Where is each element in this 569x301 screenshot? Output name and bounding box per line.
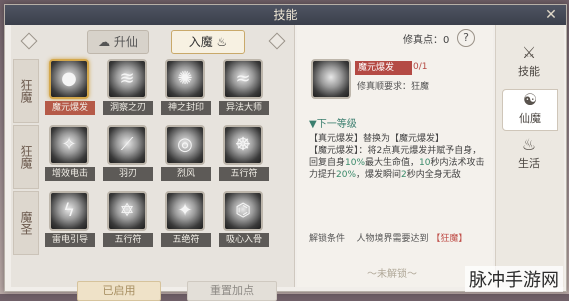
skill-name: 增效电击 — [45, 167, 95, 181]
unlock-value: 【狂魔】 — [431, 234, 468, 244]
skill-slot-demon-burst[interactable]: ● 魔元爆发 — [41, 59, 97, 121]
diamond-ornament-icon — [20, 32, 38, 50]
tab-ascend-label: 升仙 — [113, 35, 138, 49]
skill-description: 【真元爆发】替换为【魔元爆发】 【魔元爆发】：将2点真元爆发并赋予自身， 回复自… — [309, 133, 485, 181]
skill-name: 异法大师 — [219, 101, 269, 115]
skills-icon: ⚔ — [521, 43, 537, 62]
tab-demon-label: 入魔 — [188, 35, 213, 49]
five-element-charm-skill-icon: ☸ — [223, 125, 263, 165]
skill-slot-thunder-guide[interactable]: ϟ 雷电引导 — [41, 191, 97, 253]
window-titlebar: 技能 ✕ — [5, 5, 566, 25]
divine-seal-skill-icon: ✺ — [165, 59, 205, 99]
skill-slot-fierce-wind[interactable]: ◎ 烈风 — [157, 125, 213, 187]
desc-line: 【魔元爆发】：将2点真元爆发并赋予自身， — [309, 146, 482, 156]
feather-blade-skill-icon: ⟋ — [107, 125, 147, 165]
side-tab-label: 技能 — [518, 65, 540, 78]
tab-ascend[interactable]: ☁ 升仙 — [87, 30, 149, 54]
skill-name: 烈风 — [161, 167, 211, 181]
desc-line: 力提升20%，爆发瞬间2秒内全身无敌 — [309, 170, 461, 180]
enabled-button[interactable]: 已启用 — [77, 281, 161, 301]
skill-row-tier-1: ● 魔元爆发 ≋ 洞察之刃 ✺ 神之封印 ≈ 异法大师 — [41, 59, 291, 125]
row-label-tier-1: 狂魔 — [13, 59, 39, 123]
side-tab-immortal-demon[interactable]: ☯ 仙魔 — [502, 89, 558, 131]
selected-skill-icon — [311, 59, 351, 99]
unlock-label: 解锁条件 — [309, 234, 346, 244]
skill-name: 五行符 — [103, 233, 153, 247]
skill-tree-panel: ☁ 升仙 入魔 ♨ 狂魔 ● 魔元爆发 ≋ 洞察之刃 ✺ 神之封印 ≈ 异法大师… — [11, 25, 295, 301]
cloud-icon: ☁ — [98, 35, 111, 49]
side-tab-label: 生活 — [518, 157, 540, 170]
unlock-status: ～未解锁～ — [367, 269, 417, 280]
skill-name: 五绝符 — [161, 233, 211, 247]
tab-demon[interactable]: 入魔 ♨ — [171, 30, 245, 54]
skill-name: 魔元爆发 — [45, 101, 95, 115]
desc-line: 回复自身10%最大生命值，10秒内法术攻击 — [309, 158, 485, 168]
skill-slot-feather-blade[interactable]: ⟋ 羽刃 — [99, 125, 155, 187]
skill-slot-five-absolute-charm[interactable]: ✦ 五绝符 — [157, 191, 213, 253]
insight-blade-skill-icon: ≋ — [107, 59, 147, 99]
pentagram-charm-skill-icon: ✡ — [107, 191, 147, 231]
row-label-tier-2: 狂魔 — [13, 125, 39, 189]
next-level-header: ▼下一等级 — [309, 119, 357, 130]
skill-name: 羽刃 — [103, 167, 153, 181]
skill-name: 神之封印 — [161, 101, 211, 115]
help-icon[interactable]: ? — [457, 29, 475, 47]
selected-skill-level: 0/1 — [413, 62, 428, 72]
fierce-wind-skill-icon: ◎ — [165, 125, 205, 165]
unlock-text: 人物境界需要达到 — [356, 234, 429, 244]
skill-slot-soul-drain[interactable]: ⌬ 吸心入骨 — [215, 191, 271, 253]
skills-window: 技能 ✕ ☁ 升仙 入魔 ♨ 狂魔 ● 魔元爆发 ≋ 洞察之刃 ✺ 神之封印 ≈… — [4, 4, 567, 301]
side-tab-label: 仙魔 — [519, 112, 541, 125]
selected-skill-requirement: 修真顺要求：狂魔 — [357, 82, 430, 92]
life-icon: ♨ — [521, 135, 537, 154]
skill-slot-five-element-charm[interactable]: ☸ 五行符 — [215, 125, 271, 187]
skill-name: 雷电引导 — [45, 233, 95, 247]
side-tab-life[interactable]: ♨ 生活 — [502, 135, 556, 175]
flame-icon: ♨ — [216, 35, 228, 49]
row-label-tier-3: 魔圣 — [13, 191, 39, 255]
skill-name: 洞察之刃 — [103, 101, 153, 115]
skill-slot-heresy-master[interactable]: ≈ 异法大师 — [215, 59, 271, 121]
diamond-ornament-icon — [268, 32, 286, 50]
desc-line: 【真元爆发】替换为【魔元爆发】 — [309, 134, 445, 144]
yin-yang-icon: ☯ — [522, 90, 538, 109]
unlock-condition: 解锁条件 人物境界需要达到 【狂魔】 — [309, 231, 467, 244]
demon-burst-skill-icon: ● — [49, 59, 89, 99]
skill-row-tier-2: ✧ 增效电击 ⟋ 羽刃 ◎ 烈风 ☸ 五行符 — [41, 125, 291, 191]
five-absolute-charm-skill-icon: ✦ — [165, 191, 205, 231]
skill-slot-pentagram-charm[interactable]: ✡ 五行符 — [99, 191, 155, 253]
side-tab-bar: ⚔ 技能 ☯ 仙魔 ♨ 生活 — [495, 25, 564, 287]
window-title: 技能 — [273, 8, 298, 22]
reset-points-button[interactable]: 重置加点 — [187, 281, 277, 301]
cultivation-points: 修真点：0 — [403, 35, 450, 46]
selected-skill-name: 魔元爆发 — [355, 61, 412, 75]
thunder-guide-skill-icon: ϟ — [49, 191, 89, 231]
skill-name: 五行符 — [219, 167, 269, 181]
skill-detail-panel: 修真点：0 ? 魔元爆发 0/1 修真顺要求：狂魔 ▼下一等级 【真元爆发】替换… — [297, 25, 493, 287]
heresy-master-skill-icon: ≈ — [223, 59, 263, 99]
skill-slot-enhanced-shock[interactable]: ✧ 增效电击 — [41, 125, 97, 187]
skill-name: 吸心入骨 — [219, 233, 269, 247]
enhanced-shock-skill-icon: ✧ — [49, 125, 89, 165]
soul-drain-skill-icon: ⌬ — [223, 191, 263, 231]
side-tab-skills[interactable]: ⚔ 技能 — [502, 43, 556, 83]
skill-row-tier-3: ϟ 雷电引导 ✡ 五行符 ✦ 五绝符 ⌬ 吸心入骨 — [41, 191, 291, 257]
skill-slot-insight-blade[interactable]: ≋ 洞察之刃 — [99, 59, 155, 121]
skill-slot-divine-seal[interactable]: ✺ 神之封印 — [157, 59, 213, 121]
close-icon[interactable]: ✕ — [542, 6, 560, 24]
site-watermark: 脉冲手游网 — [465, 266, 563, 292]
